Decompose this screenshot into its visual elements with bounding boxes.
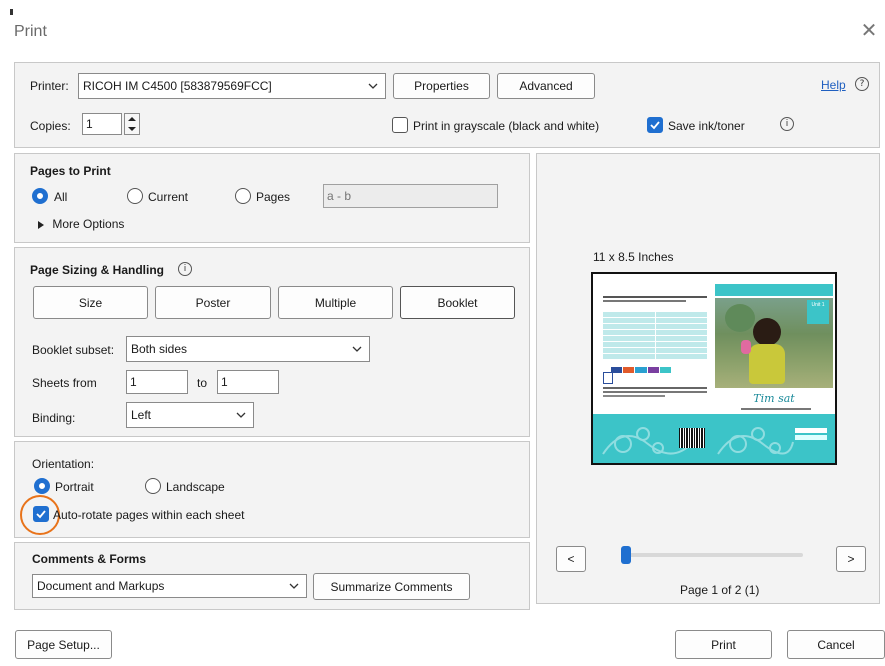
preview-table (603, 312, 707, 364)
checkmark-icon (36, 510, 46, 519)
landscape-radio-label: Landscape (166, 480, 225, 494)
page-indicator: Page 1 of 2 (1) (680, 583, 760, 597)
page-sizing-heading: Page Sizing & Handling (30, 263, 165, 277)
chevron-down-icon (236, 412, 246, 418)
printer-select[interactable]: RICOH IM C4500 [583879569FCC] (78, 73, 386, 99)
pages-to-print-heading: Pages to Print (30, 164, 111, 178)
binding-value: Left (131, 408, 152, 422)
preview-barcode (679, 428, 705, 448)
checkmark-icon (650, 121, 660, 130)
printer-label: Printer: (30, 79, 69, 93)
binding-label: Binding: (32, 411, 76, 425)
close-icon[interactable]: ✕ (858, 20, 880, 42)
help-link[interactable]: Help (821, 78, 846, 92)
save-ink-checkbox[interactable] (647, 117, 663, 133)
copies-input[interactable]: 1 (82, 113, 122, 135)
window-title: Print (14, 23, 47, 40)
info-icon[interactable]: i (780, 117, 794, 131)
chevron-down-icon (289, 583, 299, 589)
stepper-up-icon[interactable] (125, 114, 139, 124)
chevron-down-icon (368, 83, 378, 89)
cancel-button[interactable]: Cancel (787, 630, 885, 659)
sheets-from-label: Sheets from (32, 376, 97, 390)
copies-stepper[interactable] (124, 113, 140, 135)
save-ink-label: Save ink/toner (668, 119, 745, 133)
preview-left-footer-text (603, 387, 707, 401)
comments-value: Document and Markups (37, 579, 165, 593)
grayscale-checkbox[interactable] (392, 117, 408, 133)
more-options-label: More Options (52, 217, 125, 231)
booklet-subset-label: Booklet subset: (32, 343, 115, 357)
page-setup-button[interactable]: Page Setup... (15, 630, 112, 659)
current-radio-label: Current (148, 190, 189, 204)
comments-select[interactable]: Document and Markups (32, 574, 307, 598)
help-icon[interactable]: ? (855, 77, 869, 91)
copies-label: Copies: (30, 119, 71, 133)
summarize-comments-button[interactable]: Summarize Comments (313, 573, 470, 600)
portrait-radio[interactable] (34, 478, 50, 494)
booklet-button[interactable]: Booklet (400, 286, 515, 319)
sheets-to-input[interactable]: 1 (217, 370, 279, 394)
pages-range-input[interactable] (323, 184, 498, 208)
pages-radio-label: Pages (256, 190, 291, 204)
preview-small-logo (603, 372, 613, 384)
size-button[interactable]: Size (33, 286, 148, 319)
preview-left-text (603, 296, 707, 308)
orientation-heading: Orientation: (32, 457, 95, 471)
preview-color-swatches (611, 367, 672, 373)
print-button[interactable]: Print (675, 630, 772, 659)
all-radio-label: All (54, 190, 68, 204)
booklet-subset-select[interactable]: Both sides (126, 336, 370, 362)
multiple-button[interactable]: Multiple (278, 286, 393, 319)
pages-radio[interactable] (235, 188, 251, 204)
chevron-down-icon (352, 346, 362, 352)
preview-page: Unit 1 Tim sat (591, 272, 837, 465)
sizing-info-icon[interactable]: i (178, 262, 192, 276)
preview-right-header (715, 284, 833, 296)
booklet-subset-value: Both sides (131, 342, 188, 356)
preview-unit-badge: Unit 1 (807, 300, 829, 324)
current-radio[interactable] (127, 188, 143, 204)
preview-book-title: Tim sat (753, 392, 795, 405)
properties-button[interactable]: Properties (393, 73, 490, 99)
landscape-radio[interactable] (145, 478, 161, 494)
preview-teal-footer (593, 414, 835, 463)
advanced-button[interactable]: Advanced (497, 73, 595, 99)
portrait-radio-label: Portrait (55, 480, 94, 494)
all-radio[interactable] (32, 188, 48, 204)
next-page-button[interactable]: > (836, 546, 866, 572)
page-slider-track[interactable] (623, 553, 803, 557)
comments-heading: Comments & Forms (32, 552, 147, 566)
poster-button[interactable]: Poster (155, 286, 271, 319)
page-slider-thumb[interactable] (621, 546, 631, 564)
printer-select-value: RICOH IM C4500 [583879569FCC] (83, 79, 272, 93)
binding-select[interactable]: Left (126, 402, 254, 428)
prev-page-button[interactable]: < (556, 546, 586, 572)
grayscale-label: Print in grayscale (black and white) (413, 119, 600, 133)
more-options-toggle[interactable]: More Options (36, 217, 124, 231)
auto-rotate-checkbox[interactable] (33, 506, 49, 522)
sheets-from-input[interactable]: 1 (126, 370, 188, 394)
stepper-down-icon[interactable] (125, 124, 139, 134)
auto-rotate-label: Auto-rotate pages within each sheet (53, 508, 245, 522)
preview-author-line (741, 408, 811, 410)
preview-footer-logos (795, 428, 827, 444)
to-label: to (197, 376, 208, 390)
window-corner-mark (10, 9, 13, 15)
triangle-right-icon (38, 220, 44, 229)
preview-size-label: 11 x 8.5 Inches (593, 250, 674, 264)
